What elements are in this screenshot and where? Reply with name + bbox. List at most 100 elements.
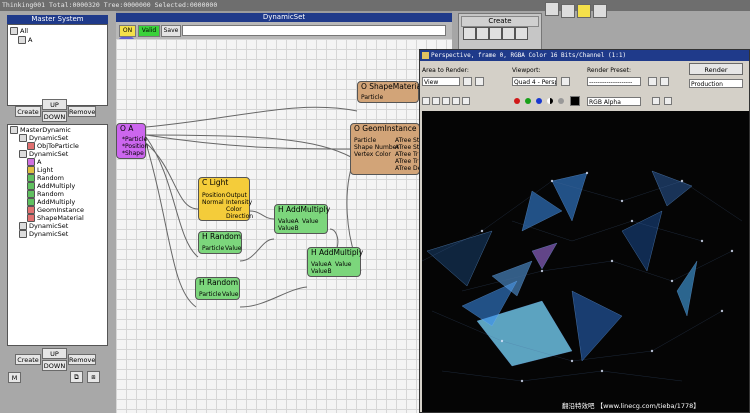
- tree-item[interactable]: MasterDynamic: [10, 126, 71, 134]
- dynamic-tree[interactable]: MasterDynamic DynamicSet ObjToParticle D…: [7, 124, 108, 346]
- toggle-ui-icon[interactable]: [652, 97, 660, 105]
- production-select[interactable]: Production: [689, 79, 743, 88]
- alpha-channel-icon[interactable]: [547, 98, 553, 104]
- node-canvas[interactable]: O A *Particle *Position *Shape O ShapeMa…: [116, 39, 452, 413]
- port-label[interactable]: ATree Tr: [395, 151, 418, 158]
- port-label[interactable]: Particle: [361, 94, 383, 101]
- dynamic-create-button[interactable]: Create: [15, 354, 41, 365]
- tree-item[interactable]: Light: [27, 166, 53, 174]
- node-random-1[interactable]: H Random Particle Value: [198, 231, 242, 254]
- node-light[interactable]: C Light Position Normal Output Intensity…: [198, 177, 253, 221]
- cameras-icon[interactable]: [502, 27, 515, 40]
- toolbar-icon[interactable]: [593, 4, 607, 18]
- node-a[interactable]: O A *Particle *Position *Shape: [116, 123, 148, 159]
- tree-item[interactable]: AddMultiply: [27, 182, 75, 190]
- tree-item-all[interactable]: All: [10, 27, 28, 35]
- port-label[interactable]: Value: [335, 261, 351, 268]
- master-remove-button[interactable]: Remove: [68, 106, 96, 117]
- toolbar-icon[interactable]: [577, 4, 591, 18]
- tree-item[interactable]: Random: [27, 190, 64, 198]
- port-label[interactable]: ATree Tr: [395, 158, 418, 165]
- toolbar-icon[interactable]: [545, 2, 559, 16]
- helpers-icon[interactable]: [515, 27, 528, 40]
- port-label[interactable]: Particle: [354, 137, 376, 144]
- port-label[interactable]: ValueB: [311, 268, 332, 275]
- channel-display-select[interactable]: RGB Alpha: [587, 97, 641, 106]
- color-swatch[interactable]: [570, 96, 580, 106]
- port-label[interactable]: ValueB: [278, 225, 299, 232]
- on-toggle[interactable]: ON: [119, 25, 136, 37]
- port-label[interactable]: Value: [222, 291, 238, 298]
- port-label[interactable]: *Shape: [122, 150, 144, 157]
- port-label[interactable]: Color: [226, 206, 242, 213]
- port-label[interactable]: *Position: [122, 143, 148, 150]
- clone-window-icon[interactable]: [442, 97, 450, 105]
- port-label[interactable]: Shape Number: [354, 144, 399, 151]
- dynamic-remove-button[interactable]: Remove: [68, 354, 96, 365]
- tree-item[interactable]: DynamicSet: [19, 150, 68, 158]
- dynamic-up-button[interactable]: UP: [42, 348, 67, 359]
- node-addmultiply-2[interactable]: H AddMultiply ValueA Value ValueB: [307, 247, 363, 277]
- environment-icon[interactable]: [660, 77, 669, 86]
- port-label[interactable]: ATree De: [395, 165, 421, 172]
- tree-item[interactable]: DynamicSet: [19, 134, 68, 142]
- copy-icon[interactable]: ⧉: [70, 371, 83, 383]
- tree-item[interactable]: A: [27, 158, 41, 166]
- render-preset-select[interactable]: --------------------: [587, 77, 641, 86]
- tree-item[interactable]: Random: [27, 174, 64, 182]
- paste-icon[interactable]: ⧈: [87, 371, 100, 383]
- red-channel-icon[interactable]: [514, 98, 520, 104]
- port-label[interactable]: ValueA: [311, 261, 332, 268]
- toolbar-icon[interactable]: [561, 4, 575, 18]
- shapes-icon[interactable]: [476, 27, 489, 40]
- port-label[interactable]: ATree St: [395, 144, 419, 151]
- geometry-icon[interactable]: [463, 27, 476, 40]
- master-down-button[interactable]: DOWN: [42, 111, 67, 122]
- toggle-overlay-icon[interactable]: [664, 97, 672, 105]
- port-label[interactable]: ATree St: [395, 137, 419, 144]
- node-random-2[interactable]: H Random Particle Value: [195, 277, 240, 300]
- master-create-button[interactable]: Create: [15, 106, 41, 117]
- tree-item[interactable]: DynamicSet: [19, 222, 68, 230]
- port-label[interactable]: Output: [226, 192, 247, 199]
- m-button[interactable]: M: [8, 372, 21, 383]
- blue-channel-icon[interactable]: [536, 98, 542, 104]
- node-shapematerial[interactable]: O ShapeMaterial Particle: [357, 81, 423, 103]
- tree-item[interactable]: AddMultiply: [27, 198, 75, 206]
- clear-icon[interactable]: [462, 97, 470, 105]
- port-label[interactable]: Normal: [202, 199, 224, 206]
- node-addmultiply-1[interactable]: H AddMultiply ValueA Value ValueB: [274, 204, 330, 234]
- render-button[interactable]: Render: [689, 63, 743, 75]
- tree-item-a[interactable]: A: [18, 36, 32, 44]
- port-label[interactable]: Intensity: [226, 199, 252, 206]
- copy-image-icon[interactable]: [432, 97, 440, 105]
- green-channel-icon[interactable]: [525, 98, 531, 104]
- port-label[interactable]: Particle: [199, 291, 221, 298]
- port-label[interactable]: Value: [225, 245, 241, 252]
- lock-icon[interactable]: [561, 77, 570, 86]
- auto-region-icon[interactable]: [475, 77, 484, 86]
- master-system-tree[interactable]: All A: [7, 24, 108, 106]
- print-icon[interactable]: [452, 97, 460, 105]
- port-label[interactable]: *Particle: [122, 136, 147, 143]
- edit-region-icon[interactable]: [463, 77, 472, 86]
- viewport-select[interactable]: Quad 4 - Perspect: [512, 77, 557, 86]
- lights-icon[interactable]: [489, 27, 502, 40]
- port-label[interactable]: Particle: [202, 245, 224, 252]
- port-label[interactable]: ValueA: [278, 218, 299, 225]
- save-button[interactable]: Save: [161, 25, 181, 37]
- tree-item[interactable]: GeomInstance: [27, 206, 84, 214]
- save-image-icon[interactable]: [422, 97, 430, 105]
- port-label[interactable]: Vertex Color: [354, 151, 391, 158]
- node-geominstance[interactable]: O GeomInstance Particle Shape Number Ver…: [350, 123, 421, 175]
- tree-item[interactable]: ObjToParticle: [27, 142, 79, 150]
- tree-item[interactable]: ShapeMaterial: [27, 214, 84, 222]
- command-panel-create-tab[interactable]: Create: [461, 16, 539, 27]
- port-label[interactable]: Position: [202, 192, 225, 199]
- dynamicset-name-field[interactable]: [182, 25, 446, 36]
- render-setup-icon[interactable]: [648, 77, 657, 86]
- port-label[interactable]: Direction: [226, 213, 253, 220]
- master-up-button[interactable]: UP: [42, 99, 67, 110]
- dynamic-down-button[interactable]: DOWN: [42, 360, 67, 371]
- tree-item[interactable]: DynamicSet: [19, 230, 68, 238]
